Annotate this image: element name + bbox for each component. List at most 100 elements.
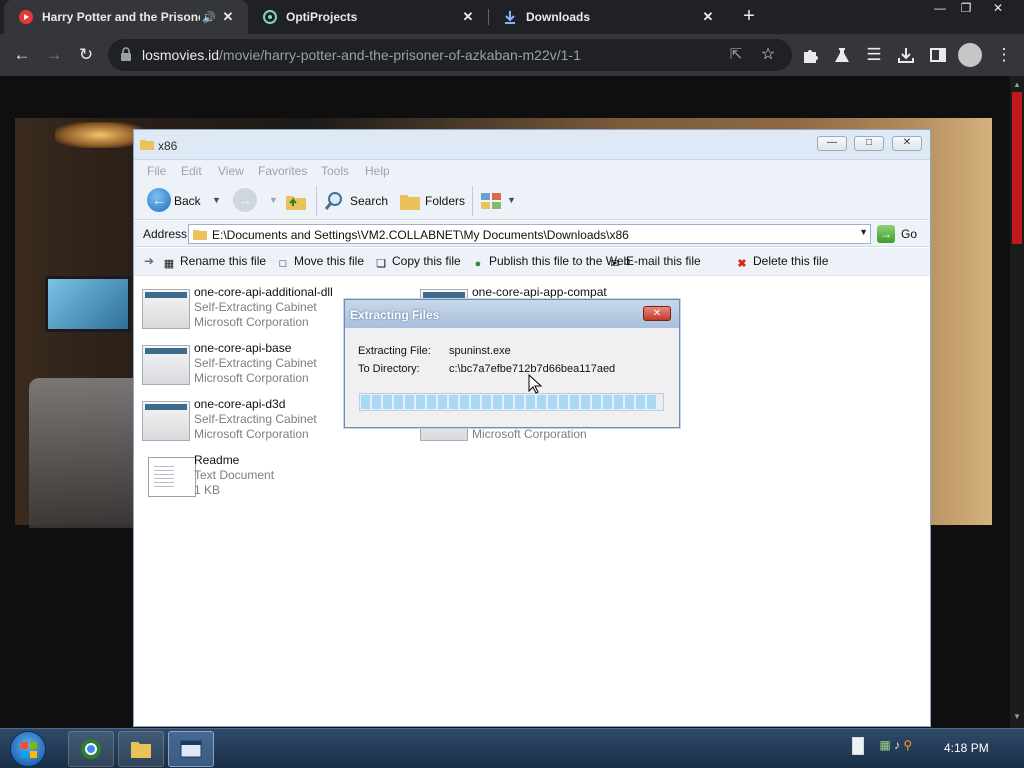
movie-favicon <box>18 9 34 25</box>
move-icon: □ <box>279 258 287 270</box>
forward-arrow-icon[interactable]: → <box>233 188 257 212</box>
taskbar-chrome[interactable] <box>68 731 114 767</box>
task-delete[interactable]: ✖ Delete this file <box>735 254 828 271</box>
dialog-titlebar[interactable]: Extracting Files ✕ <box>345 300 679 328</box>
address-bar[interactable]: losmovies.id/movie/harry-potter-and-the-… <box>108 39 792 71</box>
scroll-down-icon[interactable]: ▼ <box>1012 712 1022 722</box>
close-tab-icon[interactable]: ✕ <box>458 9 478 25</box>
close-tab-icon[interactable]: ✕ <box>698 9 718 25</box>
folder-up-icon[interactable] <box>285 191 307 211</box>
address-path: E:\Documents and Settings\VM2.COLLABNET\… <box>212 228 629 242</box>
side-panel-icon[interactable] <box>924 41 952 69</box>
back-button[interactable]: Back <box>174 194 201 208</box>
back-arrow-icon[interactable]: ← <box>147 188 171 212</box>
downloads-icon[interactable] <box>892 41 920 69</box>
video-frame-lamp <box>55 122 145 148</box>
explorer-titlebar[interactable]: x86 — □ ✕ <box>134 130 930 160</box>
views-icon[interactable] <box>480 191 504 211</box>
show-hidden-icon[interactable] <box>852 737 864 755</box>
forward-arrow-icon[interactable]: → <box>40 41 68 69</box>
window-icon <box>180 740 202 758</box>
back-arrow-icon[interactable]: ← <box>8 41 36 69</box>
tab-optiprojects[interactable]: OptiProjects ✕ <box>248 0 488 34</box>
minimize-icon[interactable]: — <box>817 136 847 151</box>
go-arrow-icon: → <box>877 225 895 243</box>
cabinet-file-icon <box>142 289 190 329</box>
lock-icon <box>121 47 131 61</box>
more-menu-icon[interactable]: ⋮ <box>990 41 1018 69</box>
close-icon[interactable]: ✕ <box>892 136 922 151</box>
menu-file[interactable]: File <box>147 164 166 178</box>
minimize-icon[interactable]: — <box>926 0 954 18</box>
search-tray-icon[interactable]: ⚲ <box>903 738 912 752</box>
explorer-title: x86 <box>158 139 178 153</box>
menu-help[interactable]: Help <box>365 164 390 178</box>
bookmark-star-icon[interactable]: ☆ <box>754 41 782 69</box>
file-detail: Microsoft Corporation <box>194 315 309 329</box>
folders-icon[interactable] <box>399 191 421 211</box>
labs-flask-icon[interactable] <box>828 41 856 69</box>
task-rename[interactable]: ▦ Rename this file <box>162 254 266 271</box>
forward-dropdown-icon[interactable]: ▼ <box>269 195 278 205</box>
menu-edit[interactable]: Edit <box>181 164 202 178</box>
os-taskbar: ▦ ♪ ⚲ 4:18 PM <box>0 728 1024 768</box>
task-move[interactable]: □ Move this file <box>276 254 364 271</box>
views-dropdown-icon[interactable]: ▼ <box>507 195 516 205</box>
task-rename-label: Rename this file <box>180 254 267 268</box>
clock[interactable]: 4:18 PM <box>944 741 989 755</box>
search-button[interactable]: Search <box>350 194 388 208</box>
tab-harry-potter[interactable]: Harry Potter and the Prisone 🔊 ✕ <box>4 0 248 34</box>
scroll-up-icon[interactable]: ▲ <box>1012 80 1022 90</box>
tasks-arrow-icon[interactable]: ➔ <box>144 254 154 268</box>
file-detail: Microsoft Corporation <box>194 427 309 441</box>
address-field[interactable]: E:\Documents and Settings\VM2.COLLABNET\… <box>188 224 871 244</box>
task-publish[interactable]: ● Publish this file to the Web <box>471 254 631 271</box>
media-queue-icon[interactable]: ☰ <box>860 41 888 69</box>
menu-favorites[interactable]: Favorites <box>258 164 307 178</box>
taskbar-active-window[interactable] <box>168 731 214 767</box>
screen: Harry Potter and the Prisone 🔊 ✕ OptiPro… <box>0 0 1024 768</box>
file-tasks-bar: ➔ ▦ Rename this file □ Move this file ❏ Cop… <box>134 248 930 276</box>
profile-avatar-icon[interactable] <box>958 43 982 67</box>
file-item[interactable]: Readme Text Document 1 KB <box>134 453 404 505</box>
task-email-label: E-mail this file <box>626 254 701 268</box>
task-email[interactable]: ✉ E-mail this file <box>608 254 701 271</box>
cabinet-file-icon <box>142 401 190 441</box>
restore-icon[interactable]: ❐ <box>952 0 980 18</box>
dialog-close-icon[interactable]: ✕ <box>643 306 671 321</box>
taskbar-explorer[interactable] <box>118 731 164 767</box>
text-document-icon <box>148 457 196 497</box>
close-tab-icon[interactable]: ✕ <box>218 9 238 25</box>
file-name: one-core-api-base <box>194 341 292 355</box>
extensions-puzzle-icon[interactable] <box>796 41 824 69</box>
page-scrollbar[interactable]: ▲ ▼ <box>1010 76 1024 728</box>
to-directory-row: To Directory: c:\bc7a7efbe712b7d66bea117a… <box>358 363 615 375</box>
tab-title: Harry Potter and the Prisone <box>42 10 200 24</box>
url-host: losmovies.id <box>142 47 220 63</box>
share-icon[interactable]: ⇱ <box>722 41 750 69</box>
address-dropdown-icon[interactable]: ▼ <box>859 227 868 237</box>
reload-icon[interactable]: ↻ <box>72 41 100 69</box>
explorer-address-bar: Address E:\Documents and Settings\VM2.CO… <box>134 221 930 247</box>
close-window-icon[interactable]: ✕ <box>984 0 1012 18</box>
folders-button[interactable]: Folders <box>425 194 465 208</box>
scrollbar-thumb[interactable] <box>1012 92 1022 244</box>
maximize-icon[interactable]: □ <box>854 136 884 151</box>
menu-tools[interactable]: Tools <box>321 164 349 178</box>
tab-downloads[interactable]: Downloads ✕ <box>488 0 728 34</box>
start-button[interactable] <box>10 731 46 767</box>
system-tray: ▦ ♪ ⚲ <box>852 737 912 755</box>
extracting-dialog: Extracting Files ✕ Extracting File: spuni… <box>344 299 680 428</box>
search-icon[interactable] <box>324 191 344 211</box>
extracting-file-label: Extracting File: <box>358 345 431 357</box>
task-copy[interactable]: ❏ Copy this file <box>374 254 461 271</box>
menu-view[interactable]: View <box>218 164 244 178</box>
volume-icon[interactable]: ♪ <box>894 738 900 752</box>
go-button[interactable]: → Go <box>875 224 927 244</box>
chrome-icon <box>81 739 101 759</box>
task-move-label: Move this file <box>294 254 365 268</box>
network-icon[interactable]: ▦ <box>879 738 890 752</box>
back-dropdown-icon[interactable]: ▼ <box>212 195 221 205</box>
new-tab-button[interactable]: + <box>738 5 760 27</box>
speaker-icon[interactable]: 🔊 <box>200 11 218 24</box>
